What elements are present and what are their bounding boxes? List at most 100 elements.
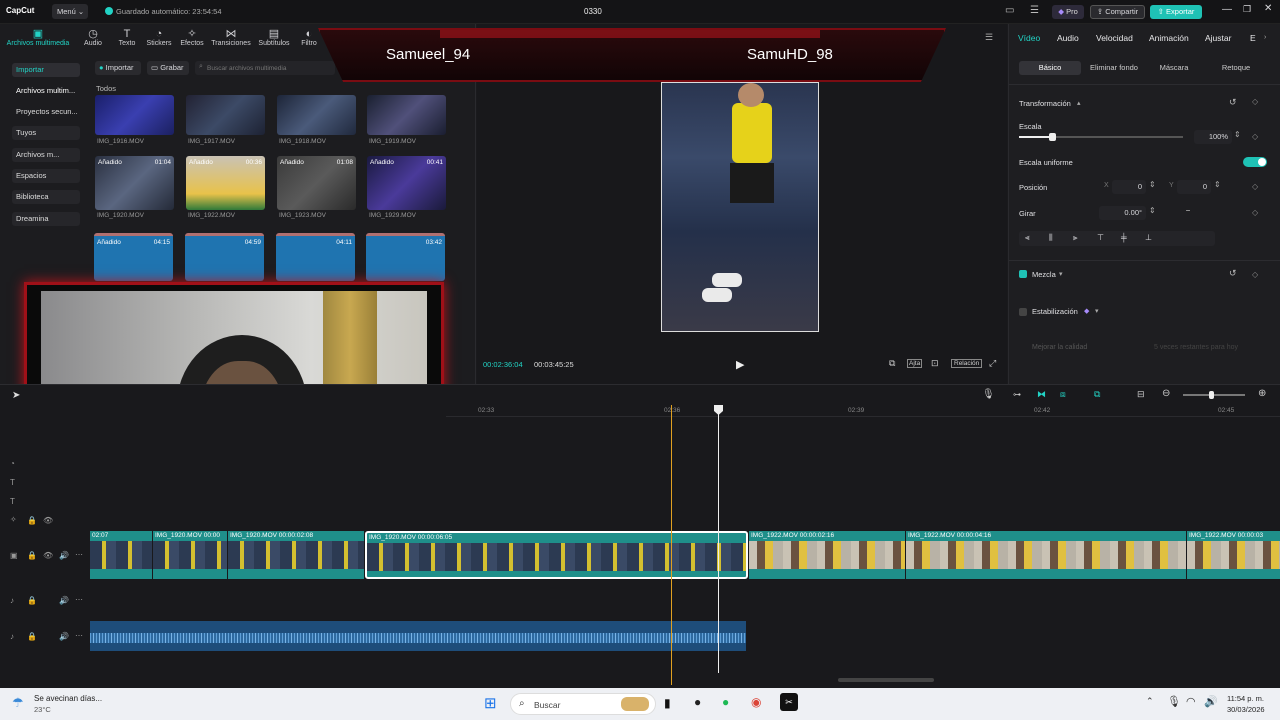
- tab-more[interactable]: E: [1250, 33, 1256, 43]
- media-search-input[interactable]: [207, 62, 327, 74]
- menu-button[interactable]: Menú ⌄: [52, 4, 88, 19]
- media-thumb[interactable]: 04:59: [185, 233, 264, 281]
- subtab-remove-bg[interactable]: Eliminar fondo: [1083, 61, 1145, 75]
- media-thumb[interactable]: [277, 95, 356, 135]
- sidebar-spaces[interactable]: Espacios: [12, 169, 80, 183]
- subtab-retouch[interactable]: Retoque: [1205, 61, 1267, 75]
- pro-button[interactable]: ◆ Pro: [1052, 5, 1084, 19]
- subtab-basic[interactable]: Básico: [1019, 61, 1081, 75]
- tab-audio-props[interactable]: Audio: [1057, 33, 1079, 43]
- stepper-icon[interactable]: ⇕: [1149, 206, 1156, 215]
- align-right-icon[interactable]: ⫸: [1073, 233, 1078, 243]
- align-top-icon[interactable]: ⊤: [1097, 233, 1104, 242]
- media-thumb[interactable]: 04:11: [276, 233, 355, 281]
- flip-button[interactable]: −: [1181, 206, 1195, 218]
- media-thumb[interactable]: Añadido 01:08: [277, 156, 356, 210]
- align-center-h-icon[interactable]: ⫼: [1049, 233, 1053, 243]
- record-button[interactable]: ▭ Grabar: [147, 61, 189, 75]
- rotate-input[interactable]: 0.00°: [1099, 206, 1146, 220]
- windows-start-icon[interactable]: ⊞: [484, 694, 497, 712]
- media-thumb[interactable]: Añadido 04:15: [94, 233, 173, 281]
- media-thumb[interactable]: [186, 95, 265, 135]
- chrome-icon[interactable]: ◉: [751, 695, 761, 709]
- spotify-icon[interactable]: ●: [722, 695, 729, 709]
- selected-timeline-clip[interactable]: IMG_1920.MOV 00:00:06:05: [365, 531, 748, 579]
- link-icon[interactable]: ⊶: [1013, 390, 1021, 399]
- minimize-icon[interactable]: —: [1222, 4, 1232, 15]
- time-ruler[interactable]: 02:33 02:36 02:39 02:42 02:45: [446, 403, 1280, 417]
- layout-icon[interactable]: ▭: [1005, 5, 1014, 16]
- timeline-scrollbar[interactable]: [838, 678, 934, 682]
- timeline-clip[interactable]: IMG_1920.MOV 00:00: [153, 531, 227, 579]
- play-icon[interactable]: ▶: [736, 358, 744, 371]
- close-icon[interactable]: ✕: [1264, 3, 1272, 14]
- media-thumb[interactable]: Añadido 01:04: [95, 156, 174, 210]
- crop-icon[interactable]: ⧉: [889, 358, 895, 369]
- more-icon[interactable]: ⋯: [75, 631, 83, 640]
- align-center-v-icon[interactable]: ╪: [1121, 233, 1127, 242]
- speaker-icon[interactable]: 🔊: [59, 632, 69, 641]
- sidebar-files[interactable]: Archivos m...: [12, 148, 80, 162]
- fullscreen-icon[interactable]: ⤢: [989, 358, 996, 369]
- speaker-icon[interactable]: 🔊: [59, 551, 69, 560]
- microphone-icon[interactable]: 🎙: [982, 389, 995, 400]
- media-thumb[interactable]: 03:42: [366, 233, 445, 281]
- volume-icon[interactable]: 🔊: [1204, 695, 1218, 708]
- sidebar-dreamina[interactable]: Dreamina: [12, 212, 80, 226]
- maximize-icon[interactable]: ❐: [1243, 4, 1251, 15]
- sidebar-projects[interactable]: Proyectos secun...: [12, 105, 80, 119]
- more-icon[interactable]: ⋯: [75, 595, 83, 604]
- share-button[interactable]: ⇪ Compartir: [1090, 5, 1145, 19]
- weather-text[interactable]: Se avecinan días...: [34, 694, 102, 703]
- export-button[interactable]: ⇧ Exportar: [1150, 5, 1202, 19]
- align-bottom-icon[interactable]: ⊥: [1145, 233, 1152, 242]
- clock-time[interactable]: 11:54 p. m.: [1227, 694, 1264, 703]
- import-button[interactable]: ● Importar: [95, 61, 141, 75]
- position-y-input[interactable]: 0: [1177, 180, 1211, 194]
- lock-icon[interactable]: 🔒: [27, 551, 37, 560]
- subtab-mask[interactable]: Máscara: [1143, 61, 1205, 75]
- keyframe-icon[interactable]: ◇: [1252, 97, 1258, 106]
- speaker-icon[interactable]: 🔊: [59, 596, 69, 605]
- preview-video-frame[interactable]: [661, 82, 819, 332]
- keyframe-icon[interactable]: ◇: [1252, 132, 1258, 141]
- sidebar-yours[interactable]: Tuyos: [12, 126, 80, 140]
- zoom-slider[interactable]: [1183, 391, 1245, 399]
- reset-icon[interactable]: ↺: [1229, 97, 1237, 108]
- zoom-out-icon[interactable]: ⊖: [1162, 388, 1170, 399]
- lock-icon[interactable]: 🔒: [27, 516, 37, 525]
- eye-icon[interactable]: 👁: [43, 516, 53, 525]
- tab-stickers[interactable]: ◔ Stickers: [142, 28, 176, 50]
- select-tool-icon[interactable]: ➤: [12, 390, 20, 401]
- scale-input[interactable]: 100%: [1194, 130, 1232, 144]
- tab-video[interactable]: Vídeo: [1018, 33, 1040, 43]
- blend-checkbox[interactable]: [1019, 270, 1027, 278]
- tab-audio[interactable]: ◷ Audio: [76, 28, 110, 50]
- microphone-icon[interactable]: 🎙: [1167, 695, 1181, 708]
- align-left-icon[interactable]: ⫷: [1025, 233, 1030, 243]
- ratio-button[interactable]: Relación: [951, 359, 983, 368]
- tab-text[interactable]: T Texto: [110, 28, 144, 50]
- stabilize-checkbox[interactable]: [1019, 308, 1027, 316]
- menu-lines-icon[interactable]: ☰: [985, 32, 993, 43]
- scale-slider[interactable]: [1019, 133, 1183, 141]
- sidebar-media[interactable]: Archivos multim...: [12, 84, 80, 98]
- task-view-icon[interactable]: ▮: [664, 696, 671, 710]
- playhead[interactable]: [718, 405, 719, 673]
- media-thumb[interactable]: Añadido 00:41: [367, 156, 446, 210]
- lock-icon[interactable]: 🔒: [27, 632, 37, 641]
- tab-subtitles[interactable]: ▤ Subtítulos: [256, 28, 292, 50]
- media-thumb[interactable]: [367, 95, 446, 135]
- stepper-icon[interactable]: ⇕: [1214, 180, 1221, 189]
- scale-slider-handle[interactable]: [1048, 133, 1056, 141]
- capcut-taskbar-icon[interactable]: ✂: [780, 693, 798, 711]
- reset-icon[interactable]: ↺: [1229, 268, 1237, 279]
- tab-speed[interactable]: Velocidad: [1096, 33, 1133, 43]
- snap-icon[interactable]: ⧓: [1037, 389, 1046, 400]
- stepper-icon[interactable]: ⇕: [1149, 180, 1156, 189]
- screen-icon[interactable]: ⊟: [1137, 389, 1145, 400]
- keyframe-icon[interactable]: ◇: [1252, 182, 1258, 191]
- tab-filters[interactable]: ◐ Filtro: [294, 28, 324, 50]
- position-x-input[interactable]: 0: [1112, 180, 1146, 194]
- zoom-slider-handle[interactable]: [1209, 391, 1214, 399]
